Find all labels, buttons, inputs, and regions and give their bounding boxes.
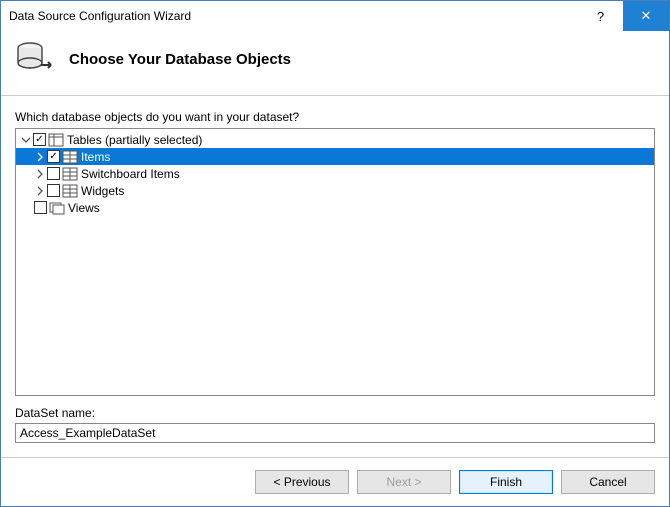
dataset-name-label: DataSet name: <box>15 406 655 420</box>
expander-closed-icon[interactable] <box>34 185 46 197</box>
checkbox-unchecked[interactable] <box>47 184 60 197</box>
help-button[interactable]: ? <box>578 1 623 31</box>
page-title: Choose Your Database Objects <box>69 51 291 68</box>
tables-folder-icon <box>48 133 64 147</box>
window-title: Data Source Configuration Wizard <box>9 9 578 23</box>
table-icon <box>62 184 78 198</box>
views-icon <box>49 201 65 215</box>
prompt-label: Which database objects do you want in yo… <box>15 110 655 124</box>
tree-node-tables[interactable]: ✓ Tables (partially selected) <box>16 131 654 148</box>
checkbox-unchecked[interactable] <box>47 167 60 180</box>
wizard-footer: < Previous Next > Finish Cancel <box>1 457 669 506</box>
help-icon: ? <box>597 9 604 24</box>
tree-label: Items <box>81 150 110 164</box>
expander-open-icon[interactable] <box>20 134 32 146</box>
table-icon <box>62 167 78 181</box>
tree-label: Switchboard Items <box>81 167 180 181</box>
finish-button[interactable]: Finish <box>459 470 553 494</box>
tree-node-widgets[interactable]: Widgets <box>16 182 654 199</box>
tree-label: Tables (partially selected) <box>67 133 202 147</box>
titlebar: Data Source Configuration Wizard ? ✕ <box>1 1 669 31</box>
tree-node-items[interactable]: ✓ Items <box>16 148 654 165</box>
tree-node-views[interactable]: Views <box>16 199 654 216</box>
checkbox-checked[interactable]: ✓ <box>33 133 46 146</box>
table-icon <box>62 150 78 164</box>
content-area: Which database objects do you want in yo… <box>1 96 669 443</box>
checkbox-unchecked[interactable] <box>34 201 47 214</box>
checkbox-checked[interactable]: ✓ <box>47 150 60 163</box>
previous-button[interactable]: < Previous <box>255 470 349 494</box>
tree-node-switchboard[interactable]: Switchboard Items <box>16 165 654 182</box>
expander-closed-icon[interactable] <box>34 168 46 180</box>
database-icon <box>15 41 55 77</box>
tree-label: Widgets <box>81 184 124 198</box>
close-button[interactable]: ✕ <box>623 1 669 31</box>
next-button: Next > <box>357 470 451 494</box>
dataset-name-input[interactable] <box>15 423 655 443</box>
tree-label: Views <box>68 201 100 215</box>
close-icon: ✕ <box>641 8 652 24</box>
objects-tree[interactable]: ✓ Tables (partially selected) ✓ Items <box>15 128 655 396</box>
cancel-button[interactable]: Cancel <box>561 470 655 494</box>
expander-closed-icon[interactable] <box>34 151 46 163</box>
wizard-header: Choose Your Database Objects <box>1 31 669 96</box>
